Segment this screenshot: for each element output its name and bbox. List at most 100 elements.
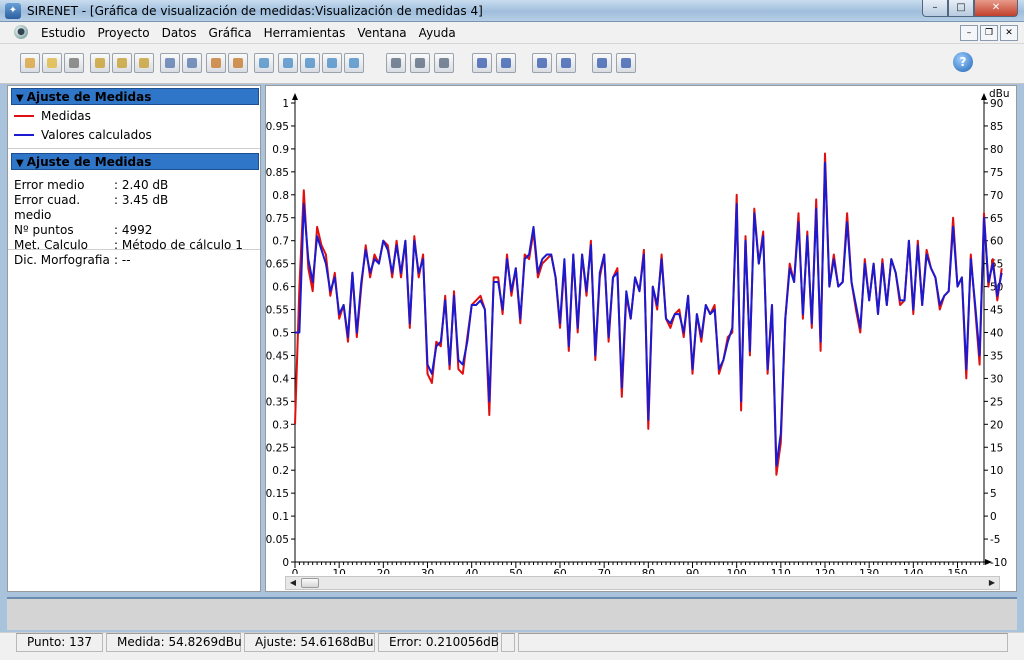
menu-estudio[interactable]: Estudio (35, 26, 91, 40)
minimize-button[interactable]: – (922, 0, 948, 17)
right-tick-label: -5 (990, 534, 1000, 546)
menu-herramientas[interactable]: Herramientas (258, 26, 352, 40)
legend-label: Valores calculados (41, 128, 152, 142)
x-tick-label: 0 (292, 568, 299, 574)
x-tick-label: 130 (859, 568, 879, 574)
stat-label: Error cuad. medio (14, 193, 81, 222)
stat-row: Error medio: 2.40 dB (14, 178, 243, 193)
save-all-icon[interactable] (228, 53, 248, 73)
left-tick-label: 0.3 (272, 419, 289, 431)
print-icon[interactable] (386, 53, 406, 73)
zoom-x-icon[interactable] (472, 53, 492, 73)
menu-ventana[interactable]: Ventana (351, 26, 412, 40)
mdi-restore-button[interactable]: ❐ (980, 25, 998, 41)
document-menu-icon[interactable]: ● (14, 25, 28, 39)
grid-icon[interactable] (592, 53, 612, 73)
x-tick-label: 40 (465, 568, 478, 574)
chart-panel: 0 10 20 30 40 50 60 70 80 90 100 110 120 130 140 150 0 0.… (265, 85, 1017, 592)
grid2-icon[interactable] (616, 53, 636, 73)
legend-label: Medidas (41, 109, 91, 123)
menu-proyecto[interactable]: Proyecto (91, 26, 155, 40)
mdi-close-button[interactable]: ✕ (1000, 25, 1018, 41)
stat-value: : -- (114, 253, 131, 267)
toolbar: ? (0, 44, 1024, 84)
left-tick-label: 0.4 (272, 373, 289, 385)
close-button[interactable]: ✕ (974, 0, 1018, 17)
right-tick-label: 40 (990, 328, 1003, 340)
stat-label: Nº puntos (14, 223, 74, 237)
x-tick-label: 70 (597, 568, 610, 574)
database-icon[interactable] (344, 53, 364, 73)
right-tick-label: 10 (990, 465, 1003, 477)
wrench-icon[interactable] (160, 53, 180, 73)
scroll-right-icon[interactable]: ▶ (985, 577, 999, 589)
right-axis-unit: dBu (989, 88, 1010, 100)
print-setup-icon[interactable] (410, 53, 430, 73)
x-tick-label: 120 (815, 568, 835, 574)
wsd-icon[interactable] (278, 53, 298, 73)
menu-ayuda[interactable]: Ayuda (413, 26, 462, 40)
left-tick-label: 0.65 (266, 259, 289, 271)
section-divider (8, 249, 260, 251)
left-tick-label: 0.15 (266, 488, 289, 500)
stat-label: Dic. Morfografia (14, 253, 110, 267)
calc-clock-icon[interactable] (134, 53, 154, 73)
scroll-left-icon[interactable]: ◀ (286, 577, 300, 589)
right-tick-label: 30 (990, 373, 1003, 385)
x-tick-label: 50 (509, 568, 522, 574)
status-error: Error: 0.210056dB (378, 633, 499, 652)
x-tick-label: 80 (642, 568, 655, 574)
legend-section-title: Ajuste de Medidas (26, 90, 152, 104)
left-tick-label: 0.2 (272, 465, 289, 477)
left-tick-label: 0.1 (272, 511, 289, 523)
calc-x2-icon[interactable] (112, 53, 132, 73)
stats-section-header[interactable]: ▼ Ajuste de Medidas (11, 153, 259, 170)
x-tick-label: 110 (771, 568, 791, 574)
zoom-x2-icon[interactable] (496, 53, 516, 73)
right-tick-label: -10 (990, 557, 1007, 569)
status-empty-cell (518, 633, 1008, 652)
import-icon[interactable] (182, 53, 202, 73)
mdi-minimize-button[interactable]: – (960, 25, 978, 41)
right-tick-label: 60 (990, 236, 1003, 248)
zoom-y2-icon[interactable] (556, 53, 576, 73)
filter-icon[interactable] (300, 53, 320, 73)
print-preview-icon[interactable] (434, 53, 454, 73)
legend-section-header[interactable]: ▼ Ajuste de Medidas (11, 88, 259, 105)
calc-x-icon[interactable] (90, 53, 110, 73)
status-medida: Medida: 54.8269dBu (106, 633, 242, 652)
export-icon[interactable] (254, 53, 274, 73)
bottom-pane (7, 597, 1017, 630)
zoom-y-icon[interactable] (532, 53, 552, 73)
help-icon[interactable]: ? (953, 52, 973, 72)
open-folder-icon[interactable] (42, 53, 62, 73)
menu-grafica[interactable]: Gráfica (203, 26, 258, 40)
horizontal-scrollbar[interactable]: ◀ ▶ (285, 576, 1000, 590)
chart-svg[interactable]: 0 10 20 30 40 50 60 70 80 90 100 110 120 130 140 15000.… (266, 86, 1016, 580)
left-tick-label: 0.75 (266, 213, 289, 225)
left-tick-label: 0 (282, 557, 289, 569)
stop-icon[interactable] (64, 53, 84, 73)
legend-entry-calculados: Valores calculados (14, 128, 152, 142)
study-icon[interactable] (20, 53, 40, 73)
left-panel: ▼ Ajuste de Medidas Medidas Valores calcu… (7, 85, 261, 592)
copy-icon[interactable] (322, 53, 342, 73)
right-tick-label: 20 (990, 419, 1003, 431)
scroll-thumb[interactable] (301, 578, 319, 588)
status-punto: Punto: 137 (16, 633, 103, 652)
maximize-button[interactable]: □ (948, 0, 974, 17)
legend-entry-medidas: Medidas (14, 109, 91, 123)
left-tick-label: 0.25 (266, 442, 289, 454)
menu-datos[interactable]: Datos (156, 26, 203, 40)
stat-value: : 2.40 dB (114, 178, 169, 192)
stat-row: Nº puntos: 4992 (14, 223, 243, 238)
save-icon[interactable] (206, 53, 226, 73)
stats-section-title: Ajuste de Medidas (26, 155, 152, 169)
window-title: SIRENET - [Gráfica de visualización de m… (27, 4, 483, 18)
x-tick-label: 20 (377, 568, 390, 574)
app-icon: ✦ (5, 3, 21, 19)
left-tick-label: 0.8 (272, 190, 289, 202)
legend-swatch-red (14, 115, 34, 117)
left-tick-label: 0.7 (272, 236, 289, 248)
left-tick-label: 0.6 (272, 282, 289, 294)
